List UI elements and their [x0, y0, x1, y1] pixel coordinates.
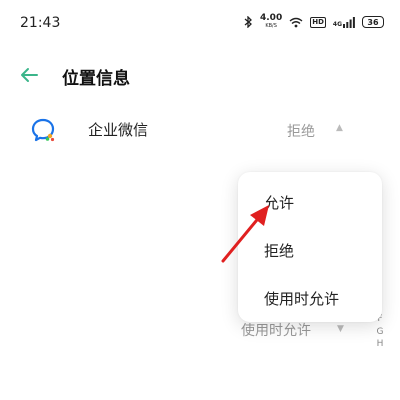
status-icons: 4.00 KB/S HD 4G 36 — [244, 14, 384, 30]
caret-up-icon[interactable]: ▲ — [336, 123, 343, 133]
app-name: 企业微信 — [88, 121, 149, 139]
caret-down-icon[interactable]: ▼ — [337, 324, 344, 334]
network-speed-unit: KB/S — [265, 23, 277, 29]
annotation-arrow-icon — [221, 205, 269, 263]
battery-indicator: 36 — [362, 16, 384, 28]
status-time: 21:43 — [20, 15, 61, 31]
page-title: 位置信息 — [62, 69, 130, 89]
hd-badge: HD — [310, 16, 326, 28]
network-speed-value: 4.00 — [260, 13, 283, 23]
page-header: 位置信息 — [0, 56, 400, 96]
wifi-icon — [289, 17, 303, 27]
signal-indicator: 4G — [332, 16, 355, 28]
index-letter-h[interactable]: H — [377, 338, 384, 351]
arrow-left-icon[interactable] — [18, 64, 40, 86]
status-bar: 21:43 4.00 KB/S HD 4G 36 — [0, 0, 400, 50]
network-speed: 4.00 KB/S — [260, 14, 282, 30]
wecom-icon — [31, 118, 55, 142]
index-letter-g[interactable]: G — [377, 326, 384, 339]
signal-bars-icon — [343, 16, 355, 28]
bluetooth-icon — [244, 16, 252, 28]
permission-value[interactable]: 拒绝 — [287, 121, 315, 141]
background-permission-value[interactable]: 使用时允许 — [241, 320, 311, 340]
dropdown-option-allow-while-using[interactable]: 使用时允许 — [264, 288, 339, 309]
signal-label: 4G — [332, 20, 342, 28]
app-permission-row[interactable]: 企业微信 拒绝 ▲ — [0, 105, 400, 155]
